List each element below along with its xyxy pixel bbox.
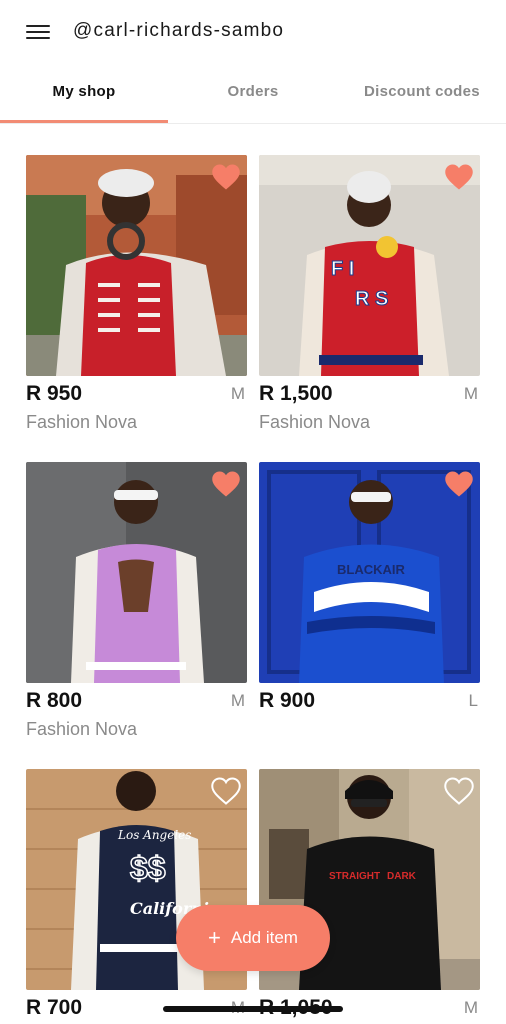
tab-discount-codes[interactable]: Discount codes xyxy=(338,66,506,123)
add-item-label: Add item xyxy=(230,928,298,947)
product-photo[interactable] xyxy=(26,462,247,683)
hamburger-menu-icon[interactable] xyxy=(26,22,52,42)
favorite-heart-outline-icon[interactable] xyxy=(211,777,241,805)
home-indicator[interactable] xyxy=(163,1006,343,1012)
add-item-button[interactable]: + Add item xyxy=(176,905,330,971)
shop-username: @carl-richards-sambo xyxy=(73,20,285,41)
product-brand: Fashion Nova xyxy=(26,412,138,432)
product-photo[interactable]: BLACKAIR xyxy=(259,462,480,683)
plus-icon: + xyxy=(208,925,221,950)
top-bar: @carl-richards-sambo xyxy=(0,0,506,66)
product-price: R 950 xyxy=(26,382,83,405)
svg-text:DARK: DARK xyxy=(387,871,417,882)
product-price: R 900 xyxy=(259,689,316,712)
svg-text:Los Angeles: Los Angeles xyxy=(117,828,191,842)
favorite-heart-icon[interactable] xyxy=(211,470,241,498)
product-brand: Fashion Nova xyxy=(259,412,371,432)
product-size: M xyxy=(230,384,245,403)
product-price: R 1,500 xyxy=(259,382,333,405)
product-price: R 800 xyxy=(26,689,83,712)
product-photo[interactable] xyxy=(26,155,247,376)
tab-my-shop[interactable]: My shop xyxy=(0,66,168,123)
svg-text:STRAIGHT: STRAIGHT xyxy=(329,871,380,882)
product-size: M xyxy=(463,384,478,403)
product-price: R 700 xyxy=(26,996,83,1019)
active-tab-indicator xyxy=(0,120,168,123)
favorite-heart-icon[interactable] xyxy=(444,470,474,498)
tab-orders[interactable]: Orders xyxy=(168,66,338,123)
svg-text:R S: R S xyxy=(355,288,388,310)
svg-text:BLACKAIR: BLACKAIR xyxy=(337,562,405,577)
svg-text:$$: $$ xyxy=(130,850,166,886)
favorite-heart-outline-icon[interactable] xyxy=(444,777,474,805)
product-size: M xyxy=(230,691,245,710)
favorite-heart-icon[interactable] xyxy=(211,163,241,191)
product-size: M xyxy=(463,998,478,1017)
product-brand: Fashion Nova xyxy=(26,719,138,739)
product-size: L xyxy=(468,691,478,710)
tab-bar: My shop Orders Discount codes xyxy=(0,66,506,124)
svg-text:F I: F I xyxy=(331,258,354,280)
favorite-heart-icon[interactable] xyxy=(444,163,474,191)
product-photo[interactable]: F I R S xyxy=(259,155,480,376)
